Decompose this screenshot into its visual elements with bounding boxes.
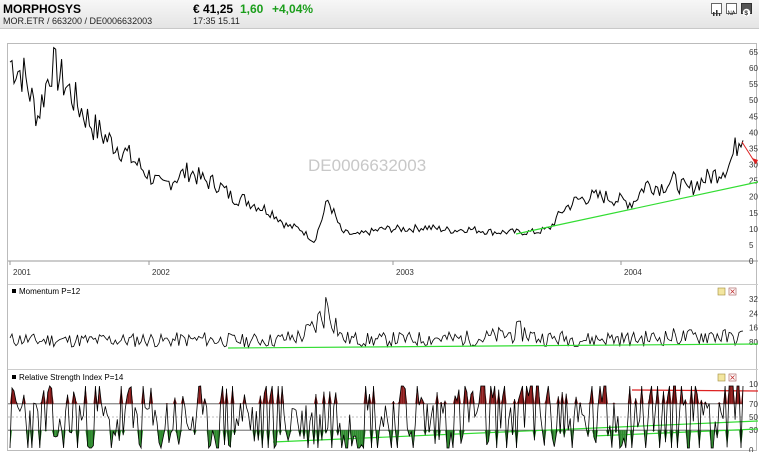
momentum-y-tick: 80 [749, 338, 758, 347]
price-y-tick: 20 [749, 193, 758, 202]
price-x-tick: 2003 [396, 268, 414, 277]
price-y-tick: 45 [749, 112, 758, 121]
price-x-axis: 2001 2002 2003 2004 [9, 261, 642, 277]
rsi-overbought-fill [731, 385, 734, 404]
rsi-overbought-fill [536, 385, 539, 404]
price-change: 1,60 [240, 2, 264, 16]
rsi-overbought-fill [480, 385, 483, 404]
price-y-tick: 10 [749, 225, 758, 234]
price-y-tick: 0 [749, 257, 754, 266]
rsi-oversold-fill [216, 430, 219, 449]
momentum-y-axis: 80 160 240 320 [749, 295, 758, 347]
svg-text:N: N [728, 11, 732, 17]
price-change-percent: +4,04% [272, 2, 314, 16]
chart-type-icon[interactable]: N [726, 3, 737, 17]
support-trendline [515, 181, 758, 235]
rsi-overbought-fill [482, 385, 485, 404]
price-y-tick: 55 [749, 80, 758, 89]
security-identifiers: MOR.ETR / 663200 / DE0006632003 [3, 16, 153, 26]
momentum-y-tick: 240 [749, 309, 758, 318]
quote-time: 17:35 15.11 [193, 16, 240, 26]
rsi-overbought-fill [198, 385, 201, 404]
quote-header: MORPHOSYS MOR.ETR / 663200 / DE000663200… [0, 0, 759, 29]
watermark: DE0006632003 [308, 156, 426, 175]
price-y-axis: 05101520253035404550556065 [749, 48, 758, 266]
momentum-title: Momentum P=12 [19, 287, 81, 296]
rsi-pane: Relative Strength Index P=14 0305070100 [8, 369, 758, 452]
rsi-oversold-fill [353, 430, 356, 437]
rsi-oversold-fill [345, 430, 348, 449]
price-y-tick: 15 [749, 209, 758, 218]
rsi-y-tick: 100 [749, 380, 758, 389]
rsi-title: Relative Strength Index P=14 [19, 373, 124, 382]
svg-text:$: $ [744, 10, 748, 17]
price-x-tick: 2001 [13, 268, 31, 277]
rsi-y-tick: 0 [749, 446, 754, 452]
last-price: € 41,25 [193, 2, 234, 16]
dollar-icon[interactable]: $ [741, 3, 752, 17]
rsi-overbought-fill [129, 386, 132, 404]
momentum-trendline [227, 343, 758, 349]
pane-settings-button[interactable] [717, 287, 726, 296]
rsi-oversold-fill [447, 430, 450, 449]
rsi-y-tick: 30 [749, 426, 758, 435]
price-y-tick: 50 [749, 96, 758, 105]
price-pane: DE0006632003 05101520253035404550556065 … [8, 46, 758, 277]
price-y-tick: 25 [749, 177, 758, 186]
rsi-legend-swatch [12, 375, 16, 379]
bar-chart-icon[interactable] [711, 3, 722, 16]
chart-svg: DE0006632003 05101520253035404550556065 … [8, 46, 758, 452]
momentum-divider [8, 284, 758, 285]
price-x-tick: 2002 [152, 268, 170, 277]
price-y-tick: 40 [749, 128, 758, 137]
rsi-divider [8, 369, 758, 370]
price-y-tick: 35 [749, 144, 758, 153]
rsi-oversold-fill [357, 430, 360, 449]
price-y-tick: 5 [749, 241, 754, 250]
rsi-oversold-fill [711, 430, 714, 449]
chart-panel: DE0006632003 0 5 10 15 20 25 30 35 40 45 50 55 60 65 … [7, 43, 758, 452]
rsi-settings-button[interactable] [717, 373, 726, 382]
price-y-tick: 65 [749, 48, 758, 57]
price-y-tick: 60 [749, 64, 758, 73]
momentum-y-tick: 160 [749, 324, 758, 333]
momentum-y-tick: 320 [749, 295, 758, 304]
security-name: MORPHOSYS [3, 2, 82, 16]
momentum-pane: Momentum P=12 80 160 240 320 [8, 284, 758, 349]
rsi-oversold-fill [89, 430, 92, 449]
price-series-line [9, 46, 744, 244]
price-x-tick: 2004 [624, 268, 642, 277]
momentum-legend-swatch [12, 289, 16, 293]
rsi-overbought-fill [401, 385, 404, 404]
rsi-y-tick: 70 [749, 400, 758, 409]
momentum-series-line [9, 297, 744, 349]
